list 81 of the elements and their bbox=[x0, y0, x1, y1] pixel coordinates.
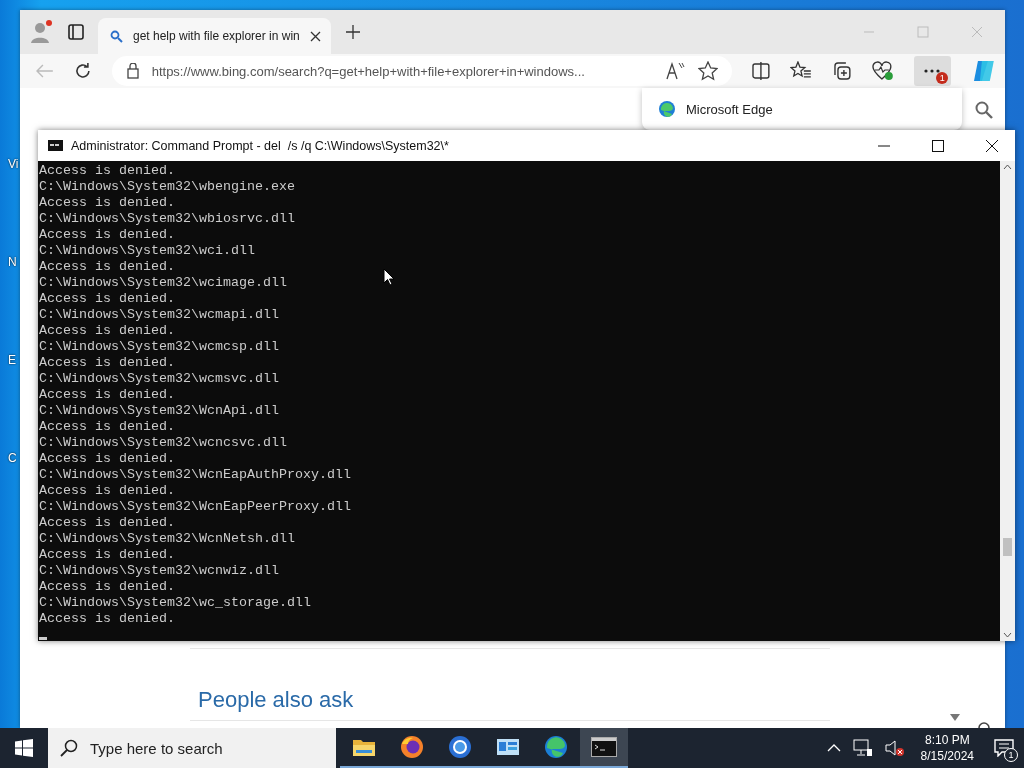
folder-icon bbox=[352, 737, 376, 757]
desktop-icon-label[interactable]: N bbox=[0, 255, 20, 269]
console-line: C:\Windows\System32\wc_storage.dll bbox=[39, 595, 311, 611]
terminal-icon bbox=[591, 737, 617, 757]
new-tab-icon[interactable] bbox=[344, 24, 361, 40]
console-line: Access is denied. bbox=[39, 515, 175, 531]
control-panel-icon bbox=[496, 737, 520, 757]
scroll-down-icon[interactable] bbox=[1003, 632, 1012, 638]
section-heading: People also ask bbox=[198, 687, 354, 713]
console-line: C:\Windows\System32\WcnEapPeerProxy.dll bbox=[39, 499, 351, 515]
network-icon[interactable] bbox=[852, 739, 873, 757]
console-line: Access is denied. bbox=[39, 483, 175, 499]
console-line: Access is denied. bbox=[39, 163, 175, 179]
console-line: Access is denied. bbox=[39, 611, 175, 627]
console-line: C:\Windows\System32\wcmsvc.dll bbox=[39, 371, 279, 387]
profile-icon[interactable] bbox=[28, 19, 54, 45]
console-line: Access is denied. bbox=[39, 227, 175, 243]
console-line: C:\Windows\System32\WcnNetsh.dll bbox=[39, 531, 295, 547]
window-title: Administrator: Command Prompt - del /s /q C:\Windows\System32\* bbox=[71, 138, 449, 153]
more-icon bbox=[923, 68, 942, 74]
console-line: Access is denied. bbox=[39, 355, 175, 371]
console-line: Access is denied. bbox=[39, 419, 175, 435]
more-menu-button[interactable]: 1 bbox=[913, 56, 952, 86]
scroll-thumb[interactable] bbox=[1003, 538, 1012, 556]
start-icon[interactable] bbox=[15, 739, 33, 757]
maximize-icon[interactable] bbox=[932, 139, 944, 152]
console-line: C:\Windows\System32\wci.dll bbox=[39, 243, 255, 259]
mouse-pointer-icon bbox=[383, 268, 395, 286]
split-screen-icon[interactable] bbox=[752, 62, 771, 80]
console-line: C:\Windows\System32\wcnwiz.dll bbox=[39, 563, 279, 579]
scroll-down-icon[interactable] bbox=[950, 714, 960, 721]
console-app-icon bbox=[48, 140, 63, 151]
browser-tab[interactable]: get help with file explorer in win bbox=[98, 18, 331, 54]
muted-speaker-icon[interactable] bbox=[884, 739, 905, 757]
popup-title: Microsoft Edge bbox=[686, 101, 773, 117]
copilot-icon[interactable] bbox=[971, 59, 997, 83]
console-line: C:\Windows\System32\wcimage.dll bbox=[39, 275, 287, 291]
console-line: Access is denied. bbox=[39, 323, 175, 339]
close-icon[interactable] bbox=[309, 30, 321, 42]
clock[interactable]: 8:10 PM 8/15/2024 bbox=[920, 732, 974, 764]
chevron-up-icon[interactable] bbox=[826, 743, 841, 753]
edge-logo-icon bbox=[658, 100, 676, 118]
console-line: C:\Windows\System32\WcnEapAuthProxy.dll bbox=[39, 467, 351, 483]
health-icon[interactable] bbox=[871, 61, 894, 81]
console-line: Access is denied. bbox=[39, 579, 175, 595]
notification-badge: 1 bbox=[1004, 748, 1018, 762]
search-icon bbox=[110, 29, 123, 43]
search-field[interactable]: Type here to search bbox=[48, 728, 336, 768]
console-line: Access is denied. bbox=[39, 291, 175, 307]
desktop-icon-label[interactable]: Vi bbox=[0, 157, 20, 171]
console-line: C:\Windows\System32\wcmcsp.dll bbox=[39, 339, 279, 355]
console-line: Access is denied. bbox=[39, 451, 175, 467]
console-line: Access is denied. bbox=[39, 387, 175, 403]
console-line: C:\Windows\System32\wcncsvc.dll bbox=[39, 435, 287, 451]
console-line: C:\Windows\System32\wcmapi.dll bbox=[39, 307, 279, 323]
console-line: Access is denied. bbox=[39, 259, 175, 275]
close-icon[interactable] bbox=[986, 139, 998, 152]
notification-badge: 1 bbox=[936, 72, 949, 84]
text-cursor bbox=[39, 637, 47, 640]
search-icon bbox=[60, 739, 78, 757]
desktop-icon-label[interactable]: E bbox=[0, 353, 20, 367]
browser-logo-icon bbox=[400, 735, 424, 759]
message-icon bbox=[994, 739, 1014, 757]
console-line: C:\Windows\System32\wbengine.exe bbox=[39, 179, 295, 195]
scroll-up-icon[interactable] bbox=[1003, 164, 1012, 170]
desktop-icon-label[interactable]: C bbox=[0, 451, 20, 465]
ring-logo-icon bbox=[448, 735, 472, 759]
edge-logo-icon bbox=[544, 735, 568, 759]
tab-panel-icon[interactable] bbox=[68, 24, 84, 40]
scrollbar[interactable] bbox=[1000, 161, 1015, 641]
console-line: Access is denied. bbox=[39, 547, 175, 563]
taskbar-app[interactable] bbox=[580, 728, 628, 768]
collections-icon[interactable] bbox=[831, 61, 852, 81]
console-line: C:\Windows\System32\wbiosrvc.dll bbox=[39, 211, 295, 227]
search-icon[interactable] bbox=[975, 101, 993, 119]
refresh-icon[interactable] bbox=[73, 62, 92, 80]
notification-center-button[interactable]: 1 bbox=[984, 728, 1024, 768]
console-line: Access is denied. bbox=[39, 195, 175, 211]
console-line: C:\Windows\System32\WcnApi.dll bbox=[39, 403, 279, 419]
address-bar[interactable]: https://www.bing.com/search?q=get+help+with+file+explorer+in+windows... bbox=[111, 56, 733, 86]
favorites-icon[interactable] bbox=[790, 61, 812, 81]
